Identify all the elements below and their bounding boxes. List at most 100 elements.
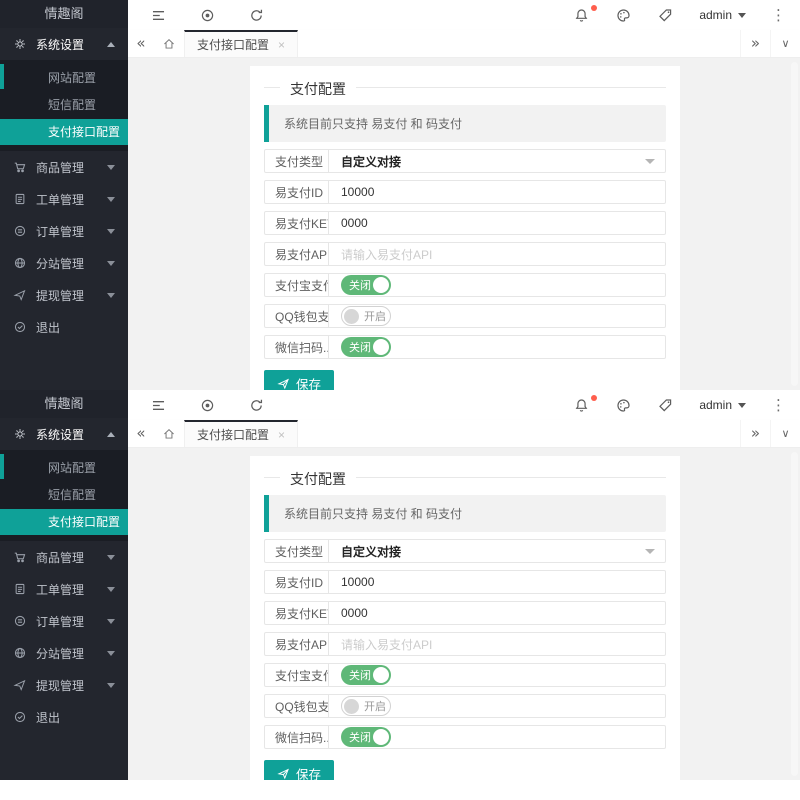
sidebar-item-branch-sites[interactable]: 分站管理 <box>0 247 128 279</box>
epay-id-input[interactable]: 10000 <box>329 571 665 593</box>
switch-knob <box>373 667 389 683</box>
sidebar-item-work-orders[interactable]: 工单管理 <box>0 573 128 605</box>
sidebar-item-system-settings[interactable]: 系统设置 <box>0 418 128 450</box>
caret-down-icon <box>107 261 115 266</box>
caret-down-icon <box>107 683 115 688</box>
tab-payment-api-config[interactable]: 支付接口配置 × <box>184 420 298 447</box>
home-icon[interactable] <box>154 30 184 57</box>
alipay-switch[interactable]: 关闭 <box>341 275 391 295</box>
epay-api-input[interactable]: 请输入易支付API <box>329 243 665 265</box>
switch-cell: 关闭 <box>329 336 665 358</box>
sidebar-item-label: 系统设置 <box>36 426 107 443</box>
scroll-tabs-left-icon[interactable]: « <box>128 420 154 447</box>
sidebar-item-work-orders[interactable]: 工单管理 <box>0 183 128 215</box>
admin-dropdown[interactable]: admin <box>699 8 746 22</box>
stacked-screens: 情趣阁 系统设置 网站配置 短信配置 支付接口配置 商品管理 <box>0 0 800 780</box>
tab-payment-api-config[interactable]: 支付接口配置 × <box>184 30 298 57</box>
refresh-icon[interactable] <box>248 7 265 24</box>
field-label: 易支付KEY <box>265 602 329 624</box>
form-row-pay-type: 支付类型 自定义对接 <box>264 149 666 173</box>
save-label: 保存 <box>296 374 321 390</box>
info-alert: 系统目前只支持 易支付 和 码支付 <box>264 495 666 532</box>
epay-id-input[interactable]: 10000 <box>329 181 665 203</box>
sidebar-item-orders[interactable]: 订单管理 <box>0 605 128 637</box>
menu-fold-icon[interactable] <box>150 7 167 24</box>
caret-down-icon <box>107 555 115 560</box>
palette-icon[interactable] <box>615 7 632 24</box>
chevron-down-icon <box>645 549 655 554</box>
scroll-tabs-right-icon[interactable]: » <box>740 30 770 57</box>
qq-wallet-switch[interactable]: 开启 <box>341 696 391 716</box>
qq-wallet-switch[interactable]: 开启 <box>341 306 391 326</box>
bell-icon[interactable] <box>573 7 590 24</box>
more-vertical-icon[interactable]: ⋮ <box>771 8 786 23</box>
sidebar-item-payment-api-config[interactable]: 支付接口配置 <box>0 509 128 535</box>
sidebar-item-orders[interactable]: 订单管理 <box>0 215 128 247</box>
close-icon[interactable]: × <box>278 38 285 52</box>
notification-dot <box>591 395 597 401</box>
sidebar-item-label: 商品管理 <box>36 549 107 566</box>
caret-down-icon <box>107 587 115 592</box>
sidebar-item-branch-sites[interactable]: 分站管理 <box>0 637 128 669</box>
content-area: 支付配置 系统目前只支持 易支付 和 码支付 支付类型 自定义对接 易支付ID <box>128 58 800 390</box>
sidebar-item-withdrawals[interactable]: 提现管理 <box>0 279 128 311</box>
caret-down-icon <box>107 651 115 656</box>
epay-key-input[interactable]: 0000 <box>329 602 665 624</box>
sidebar-item-withdrawals[interactable]: 提现管理 <box>0 669 128 701</box>
sidebar-item-goods[interactable]: 商品管理 <box>0 151 128 183</box>
sidebar-item-logout[interactable]: 退出 <box>0 311 128 343</box>
tab-menu-chevron-down-icon[interactable]: ∨ <box>770 30 800 57</box>
refresh-icon[interactable] <box>248 397 265 414</box>
field-label: 支付类型 <box>265 540 329 562</box>
close-icon[interactable]: × <box>278 428 285 442</box>
epay-key-input[interactable]: 0000 <box>329 212 665 234</box>
wechat-qr-switch[interactable]: 关闭 <box>341 337 391 357</box>
field-label: 支付类型 <box>265 150 329 172</box>
pay-type-select[interactable]: 自定义对接 <box>329 150 665 172</box>
globe-icon[interactable] <box>199 7 216 24</box>
select-value: 自定义对接 <box>341 153 401 170</box>
content-scrollbar[interactable] <box>791 62 798 386</box>
alipay-switch[interactable]: 关闭 <box>341 665 391 685</box>
epay-api-input[interactable]: 请输入易支付API <box>329 633 665 655</box>
palette-icon[interactable] <box>615 397 632 414</box>
home-icon[interactable] <box>154 420 184 447</box>
caret-down-icon <box>107 197 115 202</box>
tag-icon[interactable] <box>657 7 674 24</box>
tab-menu-chevron-down-icon[interactable]: ∨ <box>770 420 800 447</box>
pay-type-select[interactable]: 自定义对接 <box>329 540 665 562</box>
wechat-qr-switch[interactable]: 关闭 <box>341 727 391 747</box>
content-scrollbar[interactable] <box>791 452 798 776</box>
save-button[interactable]: 保存 <box>264 370 334 390</box>
sidebar-scrollbar-thumb[interactable] <box>0 64 4 89</box>
card-title-fieldset: 支付配置 <box>264 477 666 490</box>
form-row-qq-wallet: QQ钱包支付 开启 <box>264 694 666 718</box>
bell-icon[interactable] <box>573 397 590 414</box>
sidebar-item-payment-api-config[interactable]: 支付接口配置 <box>0 119 128 145</box>
sidebar-item-logout[interactable]: 退出 <box>0 701 128 733</box>
sidebar-item-system-settings[interactable]: 系统设置 <box>0 28 128 60</box>
sidebar-item-website-config[interactable]: 网站配置 <box>0 65 128 92</box>
sidebar-item-label: 工单管理 <box>36 191 107 208</box>
save-button[interactable]: 保存 <box>264 760 334 780</box>
admin-label: admin <box>699 398 732 412</box>
sidebar-item-goods[interactable]: 商品管理 <box>0 541 128 573</box>
field-label: 易支付KEY <box>265 212 329 234</box>
ticket-icon <box>13 582 27 596</box>
switch-cell: 开启 <box>329 695 665 717</box>
tab-bar: « 支付接口配置 × » ∨ <box>128 420 800 448</box>
scroll-tabs-right-icon[interactable]: » <box>740 420 770 447</box>
sidebar-item-sms-config[interactable]: 短信配置 <box>0 482 128 509</box>
field-label: QQ钱包支付 <box>265 695 329 717</box>
sidebar-item-sms-config[interactable]: 短信配置 <box>0 92 128 119</box>
more-vertical-icon[interactable]: ⋮ <box>771 398 786 413</box>
scroll-tabs-left-icon[interactable]: « <box>128 30 154 57</box>
admin-dropdown[interactable]: admin <box>699 398 746 412</box>
sidebar-scrollbar-thumb[interactable] <box>0 454 4 479</box>
sidebar-item-label: 工单管理 <box>36 581 107 598</box>
tag-icon[interactable] <box>657 397 674 414</box>
globe-icon[interactable] <box>199 397 216 414</box>
notification-dot <box>591 5 597 11</box>
sidebar-item-website-config[interactable]: 网站配置 <box>0 455 128 482</box>
menu-fold-icon[interactable] <box>150 397 167 414</box>
